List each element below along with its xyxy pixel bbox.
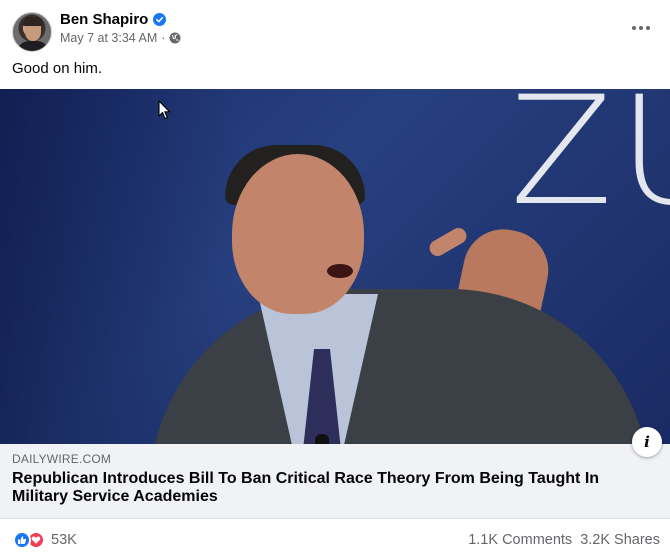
globe-icon[interactable]	[169, 32, 181, 44]
info-icon[interactable]: i	[632, 427, 662, 457]
engagement-bar: 53K 1.1K Comments 3.2K Shares	[0, 522, 670, 557]
link-domain: DAILYWIRE.COM	[12, 452, 112, 466]
avatar-hair	[23, 17, 43, 26]
more-dot	[639, 26, 643, 30]
mouse-cursor-icon	[158, 100, 171, 120]
more-options-icon[interactable]	[628, 18, 654, 38]
author-avatar[interactable]	[12, 12, 52, 52]
more-dot	[632, 26, 636, 30]
link-preview-image[interactable]: ZU	[0, 89, 670, 444]
reactions-summary[interactable]: 53K	[13, 531, 77, 549]
pointing-finger	[426, 225, 470, 259]
backdrop-letters: ZU	[510, 89, 670, 239]
post-meta: May 7 at 3:34 AM ·	[60, 31, 181, 45]
comments-link[interactable]: 1.1K Comments	[468, 532, 572, 548]
engagement-stats: 1.1K Comments 3.2K Shares	[468, 532, 660, 548]
verified-badge-icon	[153, 13, 167, 26]
link-headline[interactable]: Republican Introduces Bill To Ban Critic…	[12, 470, 658, 506]
speaker-head	[232, 154, 364, 314]
post-text: Good on him.	[12, 60, 103, 77]
like-icon	[13, 531, 31, 549]
speaker-mouth	[327, 264, 353, 278]
shares-link[interactable]: 3.2K Shares	[580, 532, 660, 548]
author-name[interactable]: Ben Shapiro	[60, 11, 148, 28]
post-timestamp[interactable]: May 7 at 3:34 AM	[60, 31, 157, 45]
more-dot	[646, 26, 650, 30]
avatar-body	[17, 41, 49, 51]
author-row: Ben Shapiro	[60, 11, 167, 28]
meta-separator: ·	[161, 31, 166, 45]
post-header: Ben Shapiro May 7 at 3:34 AM ·	[0, 0, 670, 58]
lapel-microphone	[315, 434, 329, 444]
link-preview-card[interactable]: DAILYWIRE.COM Republican Introduces Bill…	[0, 444, 670, 519]
reaction-count: 53K	[51, 532, 77, 548]
